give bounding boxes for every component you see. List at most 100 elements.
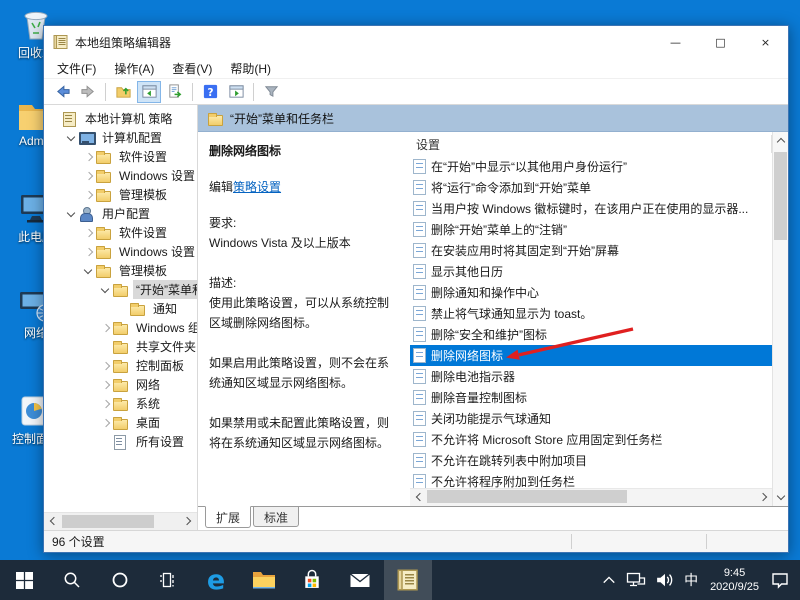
settings-list-item[interactable]: 删除音量控制图标: [410, 387, 772, 408]
tree-item-label[interactable]: 所有设置: [133, 432, 187, 451]
tree-item-label[interactable]: 用户配置: [99, 204, 153, 223]
tree-expander-icon[interactable]: [117, 303, 129, 315]
show-console-tree-button[interactable]: [137, 81, 161, 103]
edge-button[interactable]: e: [192, 560, 240, 600]
tree-item[interactable]: 管理模板: [44, 261, 197, 280]
view-tab[interactable]: 标准: [253, 507, 299, 527]
tree-item[interactable]: Windows 组件: [44, 318, 197, 337]
help-button[interactable]: ?: [198, 81, 222, 103]
title-bar[interactable]: 本地组策略编辑器 — □ ×: [44, 26, 788, 58]
settings-list-item[interactable]: 在安装应用时将其固定到“开始”屏幕: [410, 240, 772, 261]
gpedit-taskbar-button[interactable]: [384, 560, 432, 600]
settings-list-item[interactable]: 显示其他日历: [410, 261, 772, 282]
search-button[interactable]: [48, 560, 96, 600]
tree-item-label[interactable]: 桌面: [133, 413, 163, 432]
tree-item[interactable]: 共享文件夹: [44, 337, 197, 356]
tree-expander-icon[interactable]: [83, 170, 95, 182]
tree-expander-icon[interactable]: [83, 189, 95, 201]
tray-expand-button[interactable]: [597, 560, 621, 600]
minimize-button[interactable]: —: [653, 26, 698, 58]
settings-list-item[interactable]: 不允许在跳转列表中附加项目: [410, 450, 772, 471]
tree-item-label[interactable]: Windows 组件: [133, 318, 197, 337]
settings-list-item[interactable]: 在“开始”中显示“以其他用户身份运行”: [410, 156, 772, 177]
tree-expander-icon[interactable]: [83, 265, 95, 277]
tree-item-label[interactable]: 共享文件夹: [133, 337, 197, 356]
tree-expander-icon[interactable]: [66, 132, 78, 144]
mail-button[interactable]: [336, 560, 384, 600]
tree-item[interactable]: 所有设置: [44, 432, 197, 451]
settings-list-item[interactable]: 删除电池指示器: [410, 366, 772, 387]
cortana-button[interactable]: [96, 560, 144, 600]
tree-expander-icon[interactable]: [66, 208, 78, 220]
tree-item[interactable]: 软件设置: [44, 147, 197, 166]
show-action-pane-button[interactable]: [224, 81, 248, 103]
tree-item[interactable]: 控制面板: [44, 356, 197, 375]
menu-action[interactable]: 操作(A): [105, 58, 163, 79]
settings-list-item[interactable]: 不允许将程序附加到任务栏: [410, 471, 772, 488]
tree-expander-icon[interactable]: [100, 379, 112, 391]
export-list-button[interactable]: [163, 81, 187, 103]
tree-item-label[interactable]: Windows 设置: [116, 242, 197, 261]
list-vertical-scrollbar[interactable]: [772, 132, 788, 506]
scrollbar-thumb[interactable]: [62, 515, 154, 528]
tree-item-label[interactable]: 系统: [133, 394, 163, 413]
store-button[interactable]: [288, 560, 336, 600]
action-center-button[interactable]: [766, 560, 794, 600]
tree-item-label[interactable]: 网络: [133, 375, 163, 394]
tree-expander-icon[interactable]: [49, 113, 61, 125]
tree-expander-icon[interactable]: [100, 341, 112, 353]
menu-help[interactable]: 帮助(H): [221, 58, 280, 79]
tree-item[interactable]: 软件设置: [44, 223, 197, 242]
tree-item-label[interactable]: 软件设置: [116, 147, 170, 166]
settings-list-item[interactable]: 删除网络图标: [410, 345, 772, 366]
scroll-down-icon[interactable]: [773, 489, 789, 506]
network-tray-button[interactable]: [621, 560, 651, 600]
scrollbar-thumb[interactable]: [427, 490, 627, 503]
forward-button[interactable]: [76, 81, 100, 103]
settings-list-item[interactable]: 当用户按 Windows 徽标键时，在该用户正在使用的显示器...: [410, 198, 772, 219]
settings-list-item[interactable]: 删除“安全和维护”图标: [410, 324, 772, 345]
tree-item[interactable]: 用户配置: [44, 204, 197, 223]
tree-item[interactable]: Windows 设置: [44, 166, 197, 185]
scrollbar-thumb[interactable]: [774, 152, 787, 240]
scroll-right-icon[interactable]: [756, 489, 772, 506]
tree-item-label[interactable]: 通知: [150, 299, 180, 318]
task-view-button[interactable]: [144, 560, 192, 600]
start-button[interactable]: [0, 560, 48, 600]
tree-item[interactable]: 管理模板: [44, 185, 197, 204]
scroll-left-icon[interactable]: [410, 489, 426, 506]
scroll-up-icon[interactable]: [773, 132, 789, 149]
tree-item[interactable]: 网络: [44, 375, 197, 394]
scroll-left-icon[interactable]: [44, 513, 61, 530]
tree-item[interactable]: 系统: [44, 394, 197, 413]
maximize-button[interactable]: □: [698, 26, 743, 58]
menu-view[interactable]: 查看(V): [163, 58, 221, 79]
tree-item[interactable]: “开始”菜单和任务栏: [44, 280, 197, 299]
close-button[interactable]: ×: [743, 26, 788, 58]
settings-list-item[interactable]: 将“运行”命令添加到“开始”菜单: [410, 177, 772, 198]
tree-item-label[interactable]: “开始”菜单和任务栏: [133, 280, 197, 299]
settings-list-item[interactable]: 不允许将 Microsoft Store 应用固定到任务栏: [410, 429, 772, 450]
tree-horizontal-scrollbar[interactable]: [44, 512, 197, 530]
tree-expander-icon[interactable]: [100, 398, 112, 410]
tree-expander-icon[interactable]: [100, 417, 112, 429]
ime-indicator[interactable]: 中: [679, 560, 703, 600]
tree-item[interactable]: 桌面: [44, 413, 197, 432]
tree-expander-icon[interactable]: [100, 436, 112, 448]
up-one-level-button[interactable]: [111, 81, 135, 103]
tree-item-label[interactable]: 软件设置: [116, 223, 170, 242]
tree-item-label[interactable]: 管理模板: [116, 185, 170, 204]
scroll-right-icon[interactable]: [180, 513, 197, 530]
menu-file[interactable]: 文件(F): [48, 58, 105, 79]
tree-item-label[interactable]: 管理模板: [116, 261, 170, 280]
tree-expander-icon[interactable]: [83, 151, 95, 163]
tree-expander-icon[interactable]: [100, 284, 112, 296]
settings-list-item[interactable]: 删除“开始”菜单上的“注销”: [410, 219, 772, 240]
view-tab[interactable]: 扩展: [205, 506, 251, 528]
tree-item[interactable]: 通知: [44, 299, 197, 318]
settings-list-item[interactable]: 删除通知和操作中心: [410, 282, 772, 303]
tree-item[interactable]: Windows 设置: [44, 242, 197, 261]
tree-item-label[interactable]: 计算机配置: [99, 128, 165, 147]
back-button[interactable]: [50, 81, 74, 103]
settings-column-header[interactable]: 设置: [410, 132, 772, 156]
